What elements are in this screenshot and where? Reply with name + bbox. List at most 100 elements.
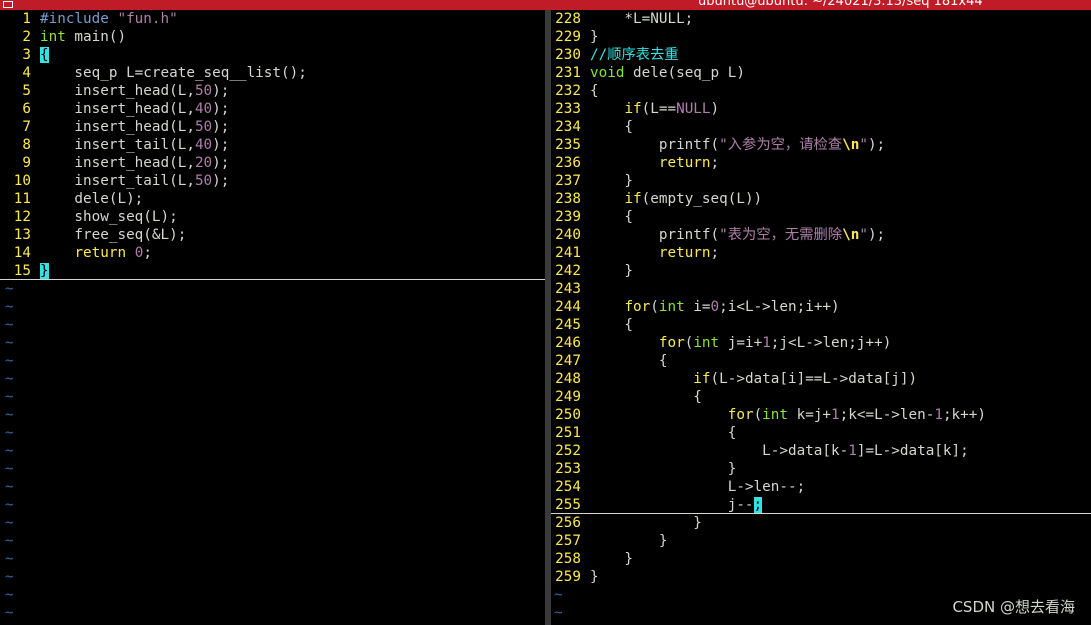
code-line[interactable]: 257 } xyxy=(551,532,1091,550)
code-line[interactable]: 8 insert_tail(L,40); xyxy=(0,136,545,154)
code-token: if xyxy=(693,371,711,387)
code-line[interactable]: 251 { xyxy=(551,424,1091,442)
empty-buffer-line: ~ xyxy=(0,496,545,514)
code-line[interactable]: 11 dele(L); xyxy=(0,190,545,208)
window-titlebar[interactable]: ubuntu@ubuntu: ~/24021/3.13/seq 181x44 xyxy=(0,0,1091,10)
code-line[interactable]: 237 } xyxy=(551,172,1091,190)
code-line[interactable]: 236 return; xyxy=(551,154,1091,172)
line-number: 245 xyxy=(555,317,581,333)
empty-buffer-line: ~ xyxy=(0,604,545,622)
code-line[interactable]: 255 j--; xyxy=(551,496,1091,514)
code-line[interactable]: 7 insert_head(L,50); xyxy=(0,118,545,136)
code-line[interactable]: 259} xyxy=(551,568,1091,586)
code-line[interactable]: 230 //顺序表去重 xyxy=(551,46,1091,64)
line-number: 258 xyxy=(555,551,581,567)
line-number: 252 xyxy=(555,443,581,459)
code-line[interactable]: 245 { xyxy=(551,316,1091,334)
code-token: 40 xyxy=(194,137,213,153)
code-token: " xyxy=(859,227,868,243)
code-line[interactable]: 14 return 0; xyxy=(0,244,545,262)
code-line[interactable]: 6 insert_head(L,40); xyxy=(0,100,545,118)
code-line[interactable]: 252 L->data[k-1]=L->data[k]; xyxy=(551,442,1091,460)
empty-buffer-line: ~ xyxy=(0,352,545,370)
code-token: ); xyxy=(867,227,886,243)
code-line[interactable]: 231 void dele(seq_p L) xyxy=(551,64,1091,82)
empty-buffer-line: ~ xyxy=(0,478,545,496)
code-line[interactable]: 1 #include "fun.h" xyxy=(0,10,545,28)
code-token: j-- xyxy=(590,497,754,513)
code-line[interactable]: 258 } xyxy=(551,550,1091,568)
code-token: { xyxy=(590,389,702,405)
line-number: 255 xyxy=(555,497,581,513)
code-line[interactable]: 13 free_seq(&L); xyxy=(0,226,545,244)
code-line[interactable]: 10 insert_tail(L,50); xyxy=(0,172,545,190)
code-token: ;k<=L->len- xyxy=(839,407,935,423)
code-token: insert_head(L, xyxy=(40,155,195,171)
code-line[interactable]: 4 seq_p L=create_seq__list(); xyxy=(0,64,545,82)
code-line[interactable]: 250 for(int k=j+1;k<=L->len-1;k++) xyxy=(551,406,1091,424)
code-line[interactable]: 235 printf("入参为空，请检查\n"); xyxy=(551,136,1091,154)
code-line[interactable]: 256 } xyxy=(551,514,1091,532)
code-token: i= xyxy=(684,299,711,315)
code-token: ); xyxy=(212,119,230,135)
code-line[interactable]: 246 for(int j=i+1;j<L->len;j++) xyxy=(551,334,1091,352)
code-line[interactable]: 232 { xyxy=(551,82,1091,100)
code-token: (L->data[i]==L->data[j]) xyxy=(710,371,918,387)
line-number: 246 xyxy=(555,335,581,351)
code-line[interactable]: 253 } xyxy=(551,460,1091,478)
code-token: { xyxy=(590,317,634,333)
code-line[interactable]: 243 xyxy=(551,280,1091,298)
code-token: ;j<L->len;j++) xyxy=(770,335,892,351)
code-line[interactable]: 5 insert_head(L,50); xyxy=(0,82,545,100)
empty-buffer-line: ~ xyxy=(0,406,545,424)
code-line[interactable]: 247 { xyxy=(551,352,1091,370)
line-number: 2 xyxy=(22,29,31,45)
line-number: 256 xyxy=(555,515,581,531)
code-line[interactable]: 249 { xyxy=(551,388,1091,406)
code-line[interactable]: 12 show_seq(L); xyxy=(0,208,545,226)
tilde-marker: ~ xyxy=(5,335,14,351)
code-token: ( xyxy=(650,299,659,315)
line-number: 228 xyxy=(555,11,581,27)
code-line[interactable]: 9 insert_head(L,20); xyxy=(0,154,545,172)
code-token: (L== xyxy=(641,101,677,117)
code-line[interactable]: 2 int main() xyxy=(0,28,545,46)
code-token: NULL xyxy=(676,101,711,117)
code-token: ); xyxy=(212,173,230,189)
tilde-marker: ~ xyxy=(5,371,14,387)
code-line[interactable]: 254 L->len--; xyxy=(551,478,1091,496)
code-token: ( xyxy=(753,407,763,423)
code-line[interactable]: 234 { xyxy=(551,118,1091,136)
line-number: 12 xyxy=(13,209,31,225)
code-token: insert_tail(L, xyxy=(40,173,195,189)
code-line[interactable]: 15} xyxy=(0,262,545,280)
tilde-marker: ~ xyxy=(5,461,14,477)
tilde-marker: ~ xyxy=(5,407,14,423)
code-token: ; xyxy=(710,155,720,171)
editor-pane-left[interactable]: 1 #include "fun.h" 2 int main() 3{4 seq_p L=… xyxy=(0,10,545,625)
editor-pane-right[interactable]: 228 *L=NULL; 229} 230//顺序表去重 231 void dele(s… xyxy=(551,10,1091,625)
code-token: 50 xyxy=(194,119,213,135)
code-line[interactable]: 3{ xyxy=(0,46,545,64)
code-line[interactable]: 242 } xyxy=(551,262,1091,280)
code-line[interactable]: 238 if(empty_seq(L)) xyxy=(551,190,1091,208)
code-line[interactable]: 241 return; xyxy=(551,244,1091,262)
tilde-marker: ~ xyxy=(5,353,14,369)
line-number: 5 xyxy=(22,83,31,99)
code-line[interactable]: 248 if(L->data[i]==L->data[j]) xyxy=(551,370,1091,388)
line-number: 251 xyxy=(555,425,581,441)
code-line[interactable]: 233 if(L==NULL) xyxy=(551,100,1091,118)
code-line[interactable]: 229} xyxy=(551,28,1091,46)
code-token: insert_head(L, xyxy=(40,83,195,99)
code-line[interactable]: 244 for(int i=0;i<L->len;i++) xyxy=(551,298,1091,316)
code-token: //顺序表去重 xyxy=(590,47,679,63)
code-line[interactable]: 240 printf("表为空，无需删除\n"); xyxy=(551,226,1091,244)
tilde-marker: ~ xyxy=(5,515,14,531)
code-line[interactable]: 228 *L=NULL; xyxy=(551,10,1091,28)
line-number: 232 xyxy=(555,83,581,99)
code-token: j=i+ xyxy=(719,335,763,351)
code-line[interactable]: 239 { xyxy=(551,208,1091,226)
tilde-marker: ~ xyxy=(554,605,563,621)
line-number: 259 xyxy=(555,569,581,585)
